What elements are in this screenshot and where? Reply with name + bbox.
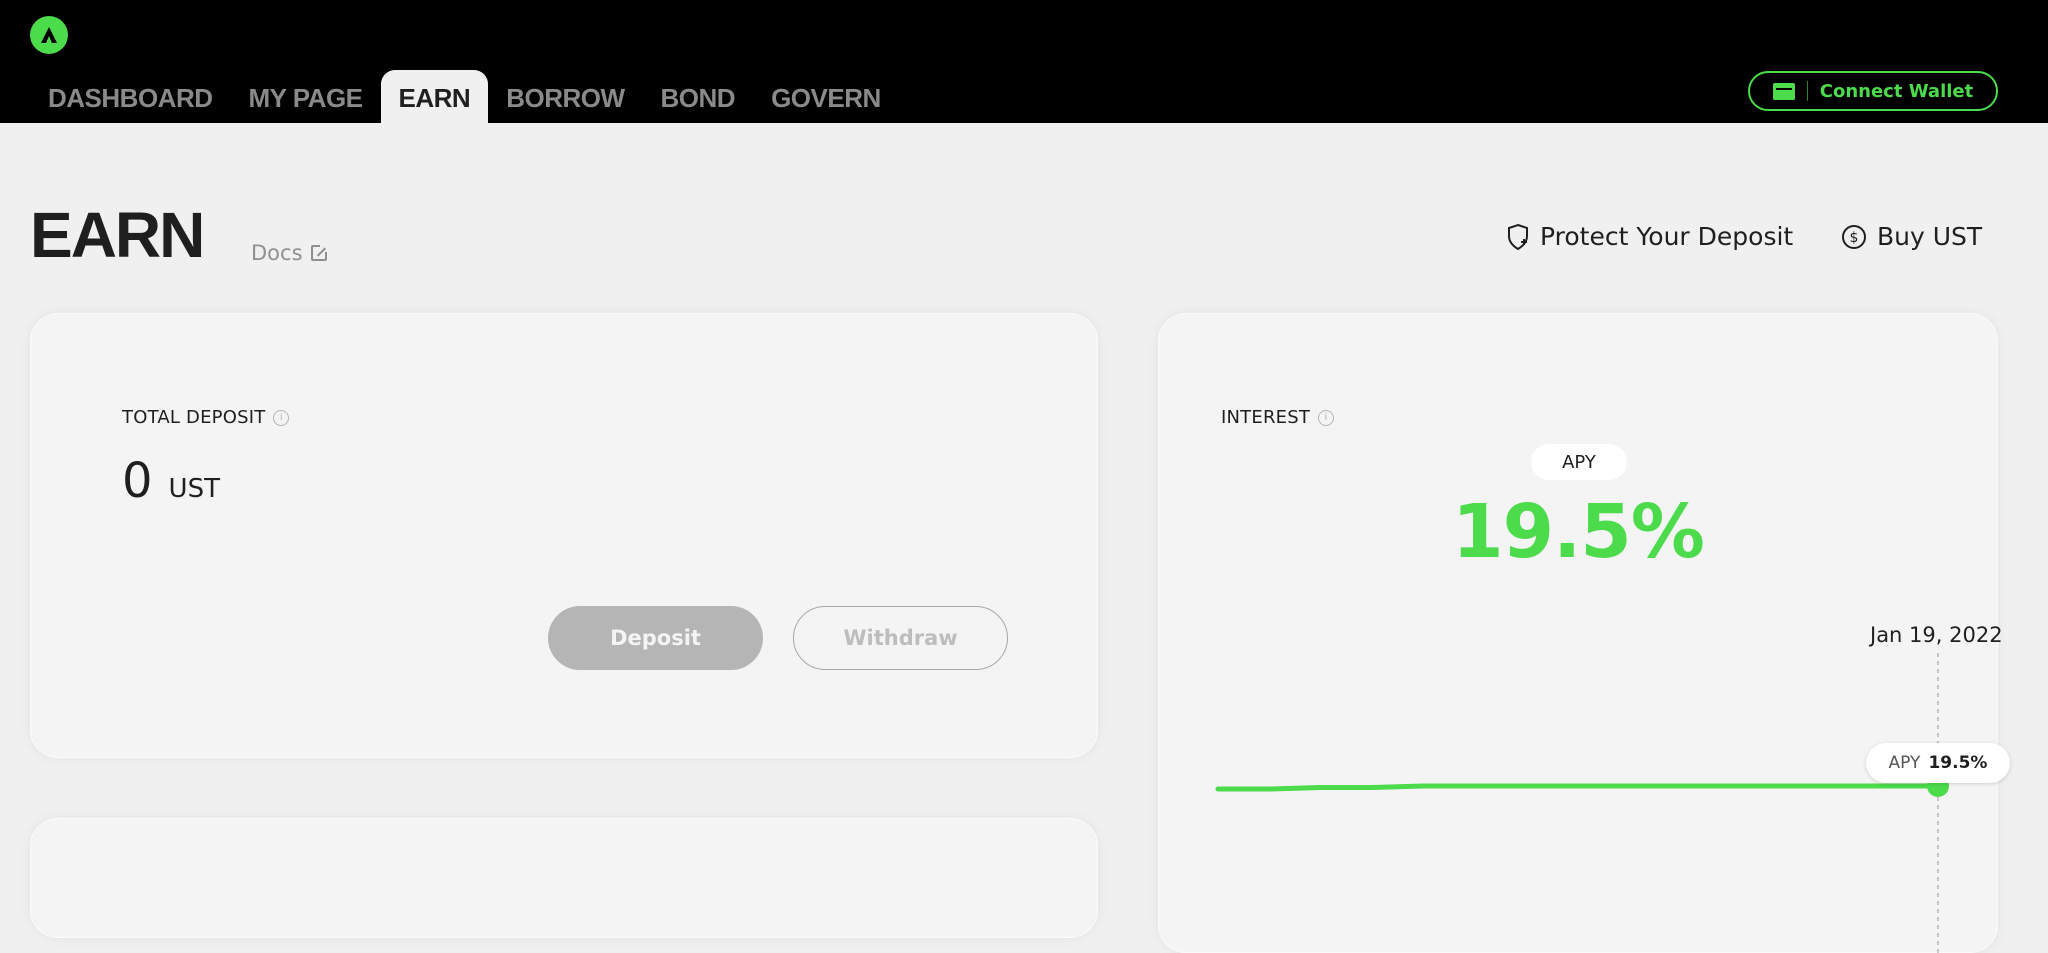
protect-deposit-button[interactable]: Protect Your Deposit <box>1506 222 1793 251</box>
docs-label: Docs <box>251 241 303 265</box>
total-deposit-label-row: TOTAL DEPOSIT i <box>122 407 290 428</box>
shield-plus-icon <box>1508 223 1528 250</box>
chart-tooltip-label: APY <box>1888 753 1921 773</box>
interest-label: INTEREST <box>1221 407 1311 428</box>
secondary-card <box>30 818 1098 938</box>
anchor-logo-icon[interactable] <box>30 16 68 54</box>
nav-bond[interactable]: BOND <box>643 70 754 123</box>
nav-borrow[interactable]: BORROW <box>488 70 642 123</box>
total-deposit-amount: 0 UST <box>122 453 220 509</box>
interest-label-row: INTEREST i <box>1221 407 1335 428</box>
chart-tooltip: APY 19.5% <box>1866 743 2010 783</box>
chart-tooltip-date: Jan 19, 2022 <box>1870 623 2003 647</box>
apy-value: 19.5% <box>1452 489 1705 575</box>
top-nav-bar: DASHBOARD MY PAGE EARN BORROW BOND GOVER… <box>0 0 2048 123</box>
docs-link[interactable]: Docs <box>251 241 328 265</box>
buy-ust-button[interactable]: $ Buy UST <box>1841 222 1982 251</box>
external-link-icon <box>310 244 328 261</box>
apy-series-line <box>1215 783 1941 792</box>
total-deposit-card: TOTAL DEPOSIT i 0 UST Deposit Withdraw <box>30 313 1098 758</box>
dollar-circle-icon: $ <box>1842 224 1866 249</box>
divider <box>1806 81 1808 101</box>
interest-card: INTEREST i APY 19.5% Jan 19, 2022 APY 19… <box>1158 313 2010 953</box>
deposit-amount-unit: UST <box>168 474 220 504</box>
connect-wallet-label: Connect Wallet <box>1819 80 1974 102</box>
info-icon[interactable]: i <box>1318 409 1335 426</box>
deposit-amount-value: 0 <box>122 453 153 509</box>
nav-earn[interactable]: EARN <box>380 70 489 123</box>
deposit-button[interactable]: Deposit <box>548 606 763 670</box>
nav-govern[interactable]: GOVERN <box>753 70 899 123</box>
chart-tooltip-value: 19.5% <box>1928 753 1988 773</box>
main-nav: DASHBOARD MY PAGE EARN BORROW BOND GOVER… <box>30 70 899 123</box>
apy-badge: APY <box>1531 444 1627 480</box>
wallet-icon <box>1772 82 1795 100</box>
total-deposit-label: TOTAL DEPOSIT <box>122 407 266 428</box>
withdraw-button[interactable]: Withdraw <box>793 606 1008 670</box>
svg-text:$: $ <box>1850 230 1859 246</box>
nav-dashboard[interactable]: DASHBOARD <box>30 70 231 123</box>
apy-line-chart[interactable] <box>1158 653 1998 953</box>
info-icon[interactable]: i <box>273 409 290 426</box>
connect-wallet-button[interactable]: Connect Wallet <box>1748 71 1998 111</box>
buy-ust-label: Buy UST <box>1877 222 1983 251</box>
nav-my-page[interactable]: MY PAGE <box>231 70 381 123</box>
protect-deposit-label: Protect Your Deposit <box>1540 222 1794 251</box>
page-title: EARN <box>30 199 205 271</box>
